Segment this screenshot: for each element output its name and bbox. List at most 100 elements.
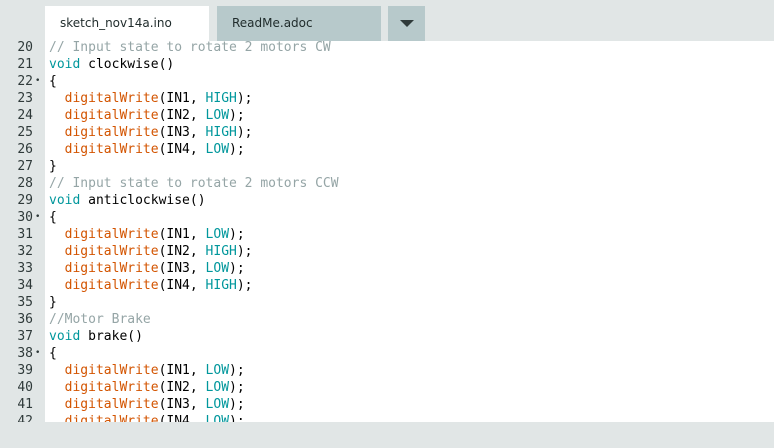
code-line: { [49,345,57,362]
code-token-function: digitalWrite [64,380,159,395]
code-token-text: ); [236,91,253,106]
code-line: digitalWrite(IN4, HIGH); [49,277,253,294]
tab-label: ReadMe.adoc [232,16,313,30]
code-token-function: digitalWrite [64,397,159,412]
code-token-function: digitalWrite [64,125,159,140]
code-token-text: (IN4, [158,414,206,422]
code-editor[interactable]: // Input state to rotate 2 motors CW void… [45,41,774,422]
line-number: 32 [17,244,33,259]
code-token-constant: LOW [205,414,230,422]
code-token-text: ); [229,380,245,395]
code-line: } [49,158,57,175]
code-token-constant: LOW [205,108,230,123]
code-token-constant: HIGH [205,244,237,259]
code-token-function: digitalWrite [64,363,159,378]
line-number: 28 [17,176,33,191]
line-number: 20 [17,41,33,55]
line-number: 34 [17,278,33,293]
fold-marker-icon[interactable]: • [35,345,41,362]
code-line: void clockwise() [49,56,174,73]
tab-sketch-nov14a[interactable]: sketch_nov14a.ino [45,6,209,41]
tab-readme[interactable]: ReadMe.adoc [217,6,381,41]
code-token-function: digitalWrite [64,227,159,242]
code-token-text: ); [229,363,245,378]
line-number: 25 [17,125,33,140]
line-number: 35 [17,295,33,310]
code-line: digitalWrite(IN1, HIGH); [49,90,253,107]
line-number-gutter[interactable]: 20 21 22 • 23 24 25 26 27 28 29 30 • 31 32 33 34 35 36 37 38… [0,41,45,422]
code-token-text: (IN2, [158,244,206,259]
code-token-constant: LOW [205,261,230,276]
code-token-function: digitalWrite [64,414,159,422]
code-token-text: (IN1, [158,363,206,378]
line-number: 26 [17,142,33,157]
code-token-text: (IN1, [158,227,206,242]
tab-label: sketch_nov14a.ino [60,16,172,30]
code-token-text: ); [236,244,253,259]
tab-menu-button[interactable] [388,6,425,41]
tab-bar: sketch_nov14a.ino ReadMe.adoc [0,0,774,41]
code-line: digitalWrite(IN3, HIGH); [49,124,253,141]
code-token-function: digitalWrite [64,278,159,293]
code-token-text: (IN3, [158,261,206,276]
code-token-constant: LOW [205,227,230,242]
code-token-constant: HIGH [205,125,237,140]
line-number: 41 [17,397,33,412]
code-token-keyword: void [49,329,81,344]
code-token-text: (IN3, [158,397,206,412]
line-number: 38 [17,346,33,361]
code-line: digitalWrite(IN1, LOW); [49,226,245,243]
line-number: 29 [17,193,33,208]
code-token-constant: LOW [205,142,230,157]
code-line: // Input state to rotate 2 motors CW [49,41,331,56]
code-token-function: digitalWrite [64,108,159,123]
code-line: //Motor Brake [49,311,151,328]
line-number: 21 [17,57,33,72]
code-token-text: (IN1, [158,91,206,106]
code-token-text: (IN4, [158,278,206,293]
line-number: 31 [17,227,33,242]
code-token-text: ); [229,108,245,123]
code-token-constant: LOW [205,397,230,412]
code-token-text: brake() [80,329,143,344]
code-token-text: anticlockwise() [80,193,206,208]
line-number: 27 [17,159,33,174]
code-token-text: (IN3, [158,125,206,140]
code-token-text: } [49,295,57,310]
code-token-text: clockwise() [80,57,175,72]
line-number: 23 [17,91,33,106]
code-token-constant: HIGH [205,91,237,106]
fold-marker-icon[interactable]: • [35,209,41,226]
code-line: digitalWrite(IN4, LOW); [49,413,245,422]
fold-marker-icon[interactable]: • [35,73,41,90]
code-token-comment: //Motor Brake [49,312,151,327]
code-line: void anticlockwise() [49,192,206,209]
chevron-down-icon [400,20,414,27]
line-number: 40 [17,380,33,395]
code-token-constant: HIGH [205,278,237,293]
code-token-function: digitalWrite [64,261,159,276]
code-token-function: digitalWrite [64,244,159,259]
code-token-text: ); [229,142,245,157]
code-line: digitalWrite(IN3, LOW); [49,260,245,277]
code-line: { [49,209,57,226]
code-token-text: (IN4, [158,142,206,157]
code-token-constant: LOW [205,363,230,378]
code-token-text: ); [229,397,245,412]
code-token-keyword: void [49,57,81,72]
line-number: 37 [17,329,33,344]
code-token-function: digitalWrite [64,91,159,106]
line-number: 24 [17,108,33,123]
code-token-text: (IN2, [158,380,206,395]
code-line: digitalWrite(IN4, LOW); [49,141,245,158]
line-number: 33 [17,261,33,276]
